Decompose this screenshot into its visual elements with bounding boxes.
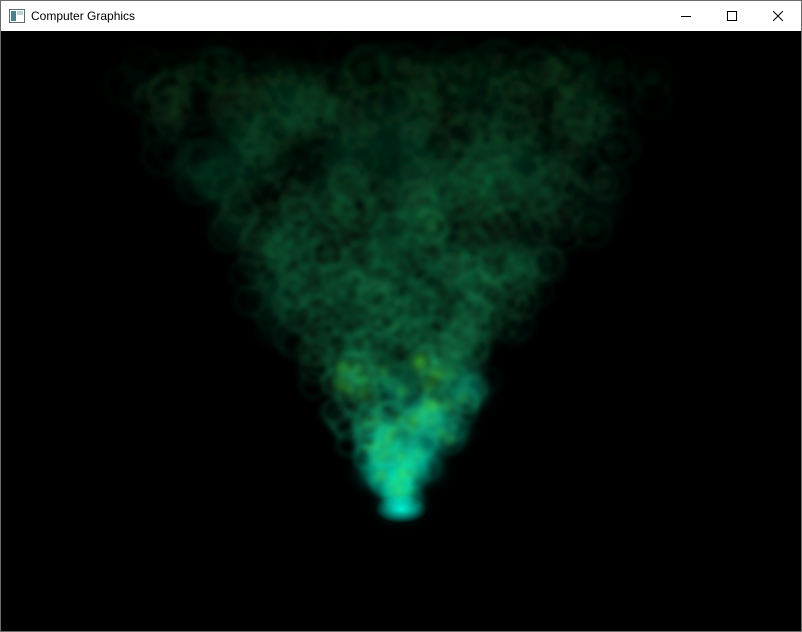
particle-fountain <box>1 31 801 631</box>
app-window: Computer Graphics <box>0 0 802 632</box>
particle-core <box>451 346 464 359</box>
caption-buttons <box>663 1 801 31</box>
maximize-icon <box>727 11 737 21</box>
particle-core <box>530 284 545 299</box>
particle-core <box>583 219 601 238</box>
window-app-icon <box>9 8 25 24</box>
particle-core <box>390 279 403 293</box>
minimize-icon <box>681 16 691 17</box>
particle-core <box>316 303 330 318</box>
render-viewport[interactable] <box>1 31 801 631</box>
close-button[interactable] <box>755 1 801 31</box>
emitter-glow <box>375 495 427 523</box>
particle-core <box>374 469 387 483</box>
particle-core <box>488 132 508 152</box>
particle-core <box>642 68 662 87</box>
particle-core <box>425 416 437 427</box>
particle-core <box>415 353 429 367</box>
particle-core <box>421 379 435 393</box>
maximize-button[interactable] <box>709 1 755 31</box>
close-icon <box>773 11 783 21</box>
particle-core <box>570 48 590 68</box>
particle-core <box>395 452 407 464</box>
particle-core <box>464 60 485 81</box>
window-title: Computer Graphics <box>31 9 136 23</box>
particle-core <box>326 338 341 353</box>
particle-core <box>475 311 492 327</box>
minimize-button[interactable] <box>663 1 709 31</box>
particle-core <box>166 110 187 132</box>
particle-core <box>445 252 459 266</box>
title-bar[interactable]: Computer Graphics <box>1 1 801 31</box>
particle-core <box>423 89 445 111</box>
particle-core <box>387 317 402 332</box>
particle-core <box>354 60 376 82</box>
particle-core <box>283 135 301 153</box>
particle-core <box>449 314 465 331</box>
particle-core <box>346 222 361 237</box>
particle-core <box>229 177 246 194</box>
particle-core <box>258 147 277 166</box>
particle-core <box>330 193 346 209</box>
particle-core <box>467 106 488 127</box>
